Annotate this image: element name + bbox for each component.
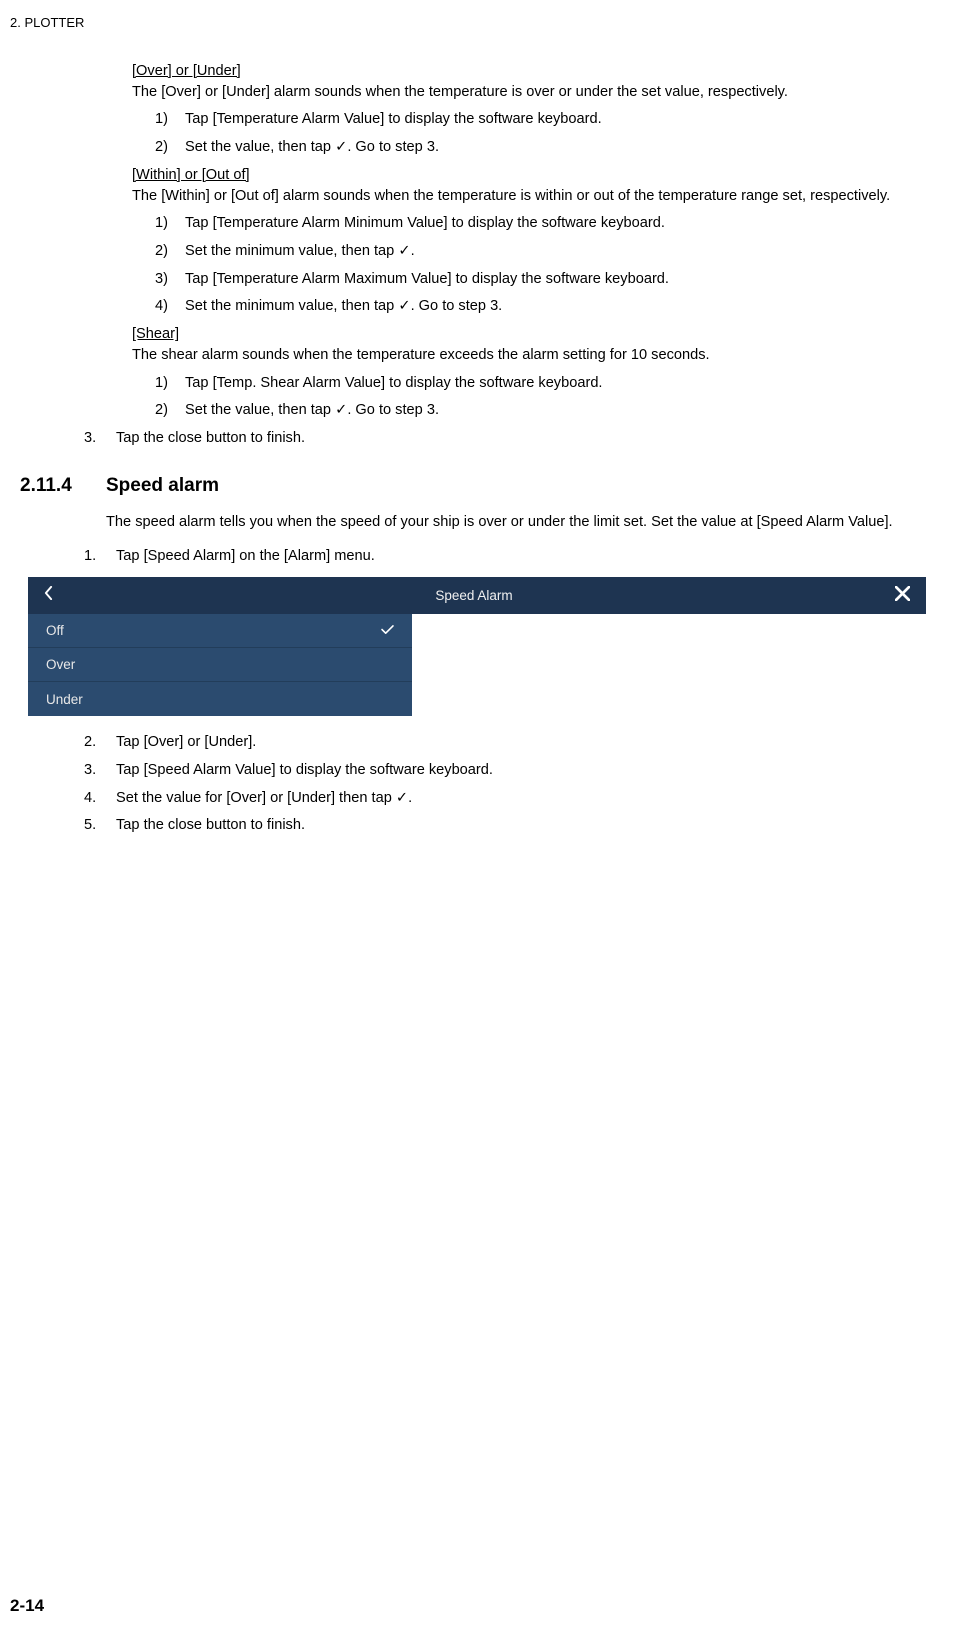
list-num: 2)	[155, 400, 185, 421]
outer-step-text: Tap [Speed Alarm Value] to display the s…	[116, 760, 493, 781]
outer-step-text: Tap the close button to finish.	[116, 815, 305, 836]
list-text: Set the value, then tap ✓. Go to step 3.	[185, 137, 439, 158]
outer-step-num: 3.	[84, 428, 116, 449]
subhead-over-under: [Over] or [Under]	[132, 61, 958, 82]
outer-step-5: 5. Tap the close button to finish.	[84, 815, 958, 836]
list-text: Set the minimum value, then tap ✓.	[185, 241, 415, 262]
list-text: Tap [Temperature Alarm Value] to display…	[185, 109, 602, 130]
list-num: 2)	[155, 241, 185, 262]
option-label: Off	[46, 621, 64, 640]
option-off[interactable]: Off	[28, 614, 412, 648]
list-num: 3)	[155, 269, 185, 290]
list-item: 1) Tap [Temp. Shear Alarm Value] to disp…	[155, 373, 958, 394]
outer-step-1: 1. Tap [Speed Alarm] on the [Alarm] menu…	[84, 546, 958, 567]
list-item: 4) Set the minimum value, then tap ✓. Go…	[155, 296, 958, 317]
outer-step-num: 4.	[84, 788, 116, 809]
outer-step-text: Tap [Speed Alarm] on the [Alarm] menu.	[116, 546, 375, 567]
page-header: 2. PLOTTER	[10, 14, 84, 32]
outer-step-3b: 3. Tap [Speed Alarm Value] to display th…	[84, 760, 958, 781]
page-number: 2-14	[10, 1594, 44, 1618]
list-text: Set the minimum value, then tap ✓. Go to…	[185, 296, 502, 317]
list-item: 2) Set the value, then tap ✓. Go to step…	[155, 400, 958, 421]
outer-step-2: 2. Tap [Over] or [Under].	[84, 732, 958, 753]
outer-step-4: 4. Set the value for [Over] or [Under] t…	[84, 788, 958, 809]
section-number: 2.11.4	[20, 473, 106, 500]
section-heading: 2.11.4 Speed alarm	[10, 473, 958, 500]
list-item: 3) Tap [Temperature Alarm Maximum Value]…	[155, 269, 958, 290]
outer-step-text: Tap [Over] or [Under].	[116, 732, 256, 753]
outer-step-text: Set the value for [Over] or [Under] then…	[116, 788, 412, 809]
screenshot-header: Speed Alarm	[28, 577, 926, 614]
checkmark-icon	[381, 621, 394, 640]
screenshot-title: Speed Alarm	[53, 586, 895, 605]
outer-step-num: 2.	[84, 732, 116, 753]
list-item: 2) Set the minimum value, then tap ✓.	[155, 241, 958, 262]
list-num: 2)	[155, 137, 185, 158]
list-text: Set the value, then tap ✓. Go to step 3.	[185, 400, 439, 421]
back-button[interactable]	[44, 582, 53, 609]
outer-step-3: 3. Tap the close button to finish.	[84, 428, 958, 449]
para-over-under: The [Over] or [Under] alarm sounds when …	[132, 82, 958, 103]
section-title: Speed alarm	[106, 473, 219, 500]
option-over[interactable]: Over	[28, 648, 412, 682]
outer-step-num: 1.	[84, 546, 116, 567]
list-text: Tap [Temperature Alarm Maximum Value] to…	[185, 269, 669, 290]
outer-step-num: 5.	[84, 815, 116, 836]
option-label: Under	[46, 690, 83, 709]
list-item: 1) Tap [Temperature Alarm Minimum Value]…	[155, 213, 958, 234]
subhead-shear: [Shear]	[132, 324, 958, 345]
list-num: 1)	[155, 373, 185, 394]
screenshot-options: Off Over Under	[28, 614, 412, 716]
option-label: Over	[46, 655, 75, 674]
para-shear: The shear alarm sounds when the temperat…	[132, 345, 958, 366]
list-text: Tap [Temp. Shear Alarm Value] to display…	[185, 373, 603, 394]
page-content: [Over] or [Under] The [Over] or [Under] …	[0, 55, 968, 843]
list-num: 4)	[155, 296, 185, 317]
para-within-outof: The [Within] or [Out of] alarm sounds wh…	[132, 186, 958, 207]
list-num: 1)	[155, 213, 185, 234]
close-icon	[895, 589, 910, 604]
subhead-within-outof: [Within] or [Out of]	[132, 165, 958, 186]
section-intro: The speed alarm tells you when the speed…	[106, 512, 958, 533]
list-item: 2) Set the value, then tap ✓. Go to step…	[155, 137, 958, 158]
list-text: Tap [Temperature Alarm Minimum Value] to…	[185, 213, 665, 234]
outer-step-text: Tap the close button to finish.	[116, 428, 305, 449]
option-under[interactable]: Under	[28, 682, 412, 716]
list-num: 1)	[155, 109, 185, 130]
list-item: 1) Tap [Temperature Alarm Value] to disp…	[155, 109, 958, 130]
close-button[interactable]	[895, 586, 910, 606]
outer-step-num: 3.	[84, 760, 116, 781]
speed-alarm-screenshot: Speed Alarm Off Over Under	[28, 577, 926, 716]
